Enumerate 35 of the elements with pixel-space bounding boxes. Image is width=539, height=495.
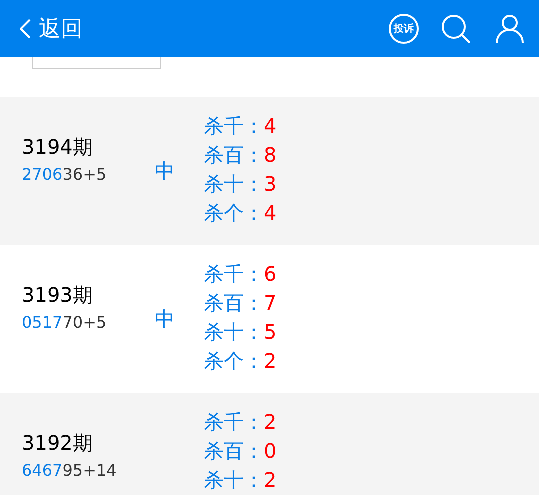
kill-label: 杀百： <box>204 291 264 315</box>
back-button[interactable]: 返回 <box>20 14 83 44</box>
kill-value: 4 <box>264 201 277 225</box>
kill-value: 6 <box>264 262 277 286</box>
kill-label: 杀百： <box>204 143 264 167</box>
kill-value: 7 <box>264 291 277 315</box>
period-label: 3194期 <box>22 134 94 161</box>
kill-value: 8 <box>264 143 277 167</box>
result-label: 中 <box>155 306 175 330</box>
kill-value: 2 <box>264 349 277 373</box>
kill-value: 4 <box>264 114 277 138</box>
draw-number: 270636+5 <box>22 165 108 184</box>
kill-label: 杀千： <box>204 114 264 138</box>
result-label: 中 <box>155 158 175 182</box>
kill-value: 0 <box>264 439 277 463</box>
period-label: 3192期 <box>22 430 94 457</box>
complaint-button[interactable]: 投诉 <box>389 14 419 44</box>
search-icon[interactable] <box>441 14 471 44</box>
draw-number: 646795+14 <box>22 461 118 480</box>
kill-value: 2 <box>264 468 277 492</box>
period-label: 3193期 <box>22 282 94 309</box>
kill-label: 杀十： <box>204 172 264 196</box>
kill-label: 杀十： <box>204 320 264 344</box>
kill-label: 杀十： <box>204 468 264 492</box>
kill-label: 杀千： <box>204 410 264 434</box>
draw-number: 051770+5 <box>22 313 108 332</box>
chevron-left-icon <box>20 18 31 38</box>
kill-label: 杀千： <box>204 262 264 286</box>
kill-label: 杀个： <box>204 349 264 373</box>
kill-label: 杀个： <box>204 201 264 225</box>
kill-value: 5 <box>264 320 277 344</box>
kill-label: 杀百： <box>204 439 264 463</box>
kill-value: 2 <box>264 410 277 434</box>
user-icon[interactable] <box>495 14 525 44</box>
kill-value: 3 <box>264 172 277 196</box>
